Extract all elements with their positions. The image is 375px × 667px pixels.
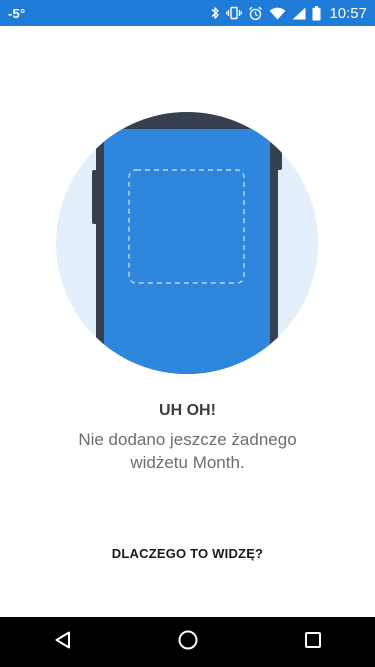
empty-state-title: UH OH! bbox=[159, 402, 216, 419]
status-bar: -5° 10:57 bbox=[0, 0, 375, 26]
navigation-bar bbox=[0, 617, 375, 667]
recents-icon bbox=[304, 631, 322, 654]
bluetooth-icon bbox=[210, 6, 220, 20]
back-icon bbox=[53, 630, 73, 655]
signal-icon bbox=[292, 7, 306, 20]
wifi-icon bbox=[269, 7, 286, 20]
battery-icon bbox=[312, 5, 321, 21]
home-icon bbox=[178, 630, 198, 655]
vibrate-icon bbox=[226, 6, 243, 20]
back-button[interactable] bbox=[38, 617, 88, 667]
home-button[interactable] bbox=[163, 617, 213, 667]
alarm-icon bbox=[248, 6, 263, 21]
empty-state-message: Nie dodano jeszcze żadnego widżetu Month… bbox=[78, 430, 297, 472]
why-am-i-seeing-this-link[interactable]: DLACZEGO TO WIDZĘ? bbox=[0, 546, 375, 561]
status-icons: 10:57 bbox=[210, 5, 367, 22]
empty-state-illustration bbox=[56, 98, 318, 374]
recents-button[interactable] bbox=[288, 617, 338, 667]
phone-screen bbox=[104, 129, 270, 374]
temperature-text: -5° bbox=[8, 5, 26, 21]
clock-text: 10:57 bbox=[329, 4, 367, 22]
